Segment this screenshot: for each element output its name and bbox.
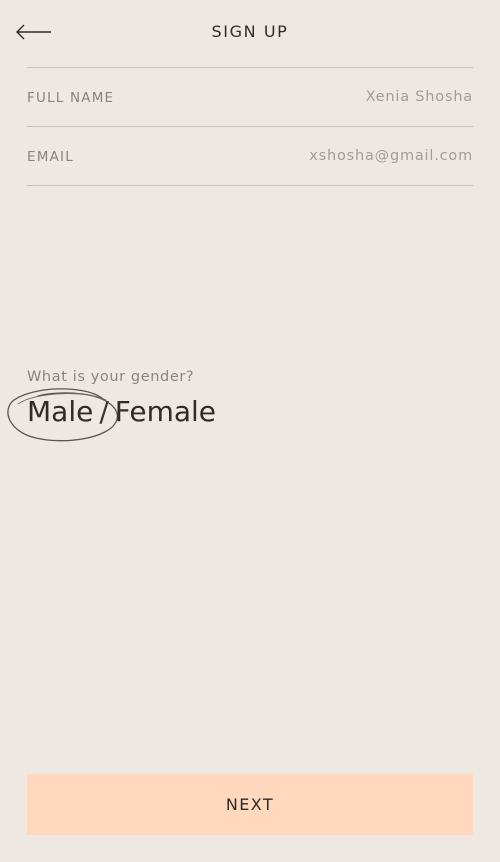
full-name-label: FULL NAME [27,90,115,106]
header: SIGN UP [0,0,500,64]
gender-question: What is your gender? [27,369,195,385]
next-button[interactable]: NEXT [27,774,473,835]
gender-option-male[interactable]: Male [27,395,93,428]
email-field: EMAIL [27,126,473,186]
full-name-input[interactable] [213,86,473,108]
page-title: SIGN UP [211,22,289,41]
email-label: EMAIL [27,149,74,165]
full-name-field: FULL NAME [27,67,473,126]
gender-option-female[interactable]: Female [115,395,216,428]
email-input[interactable] [213,145,473,167]
gender-separator: / [99,395,109,428]
gender-options: Male / Female [27,395,216,435]
